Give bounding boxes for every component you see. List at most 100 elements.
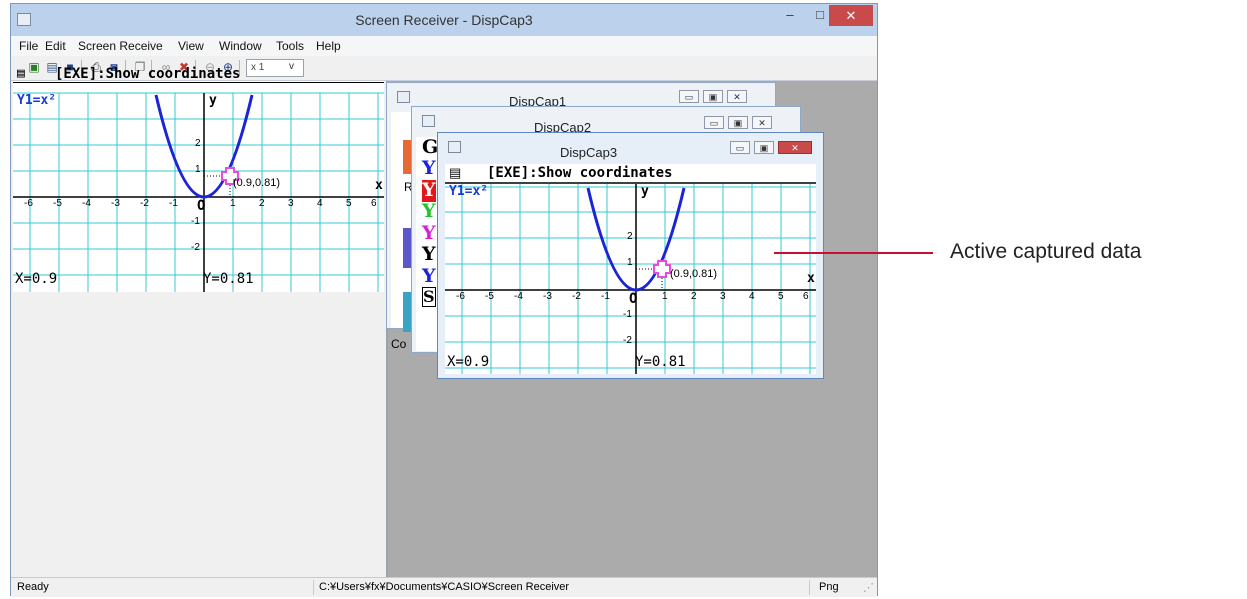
point-label: (0.9,0.81) (670, 268, 718, 280)
title-bar[interactable]: Screen Receiver - DispCap3 – □ ✕ (11, 4, 877, 36)
dispcap3-header-text: [EXE]:Show coordinates (487, 165, 673, 181)
dispcap2-minimize-button[interactable]: ▭ (704, 116, 724, 129)
dispcap1-minimize-button[interactable]: ▭ (679, 90, 699, 103)
clipboard-icon: ▤ (17, 66, 25, 81)
tick-label: 1 (195, 164, 201, 175)
menu-bar: File Edit Screen Receive View Window Too… (11, 36, 877, 57)
dispcap3-window[interactable]: DispCap3 ▭ ▣ ✕ ▤ [EXE]:Show coordinates … (437, 132, 824, 379)
x-readout: X=0.9 (15, 271, 58, 287)
y-readout: Y=0.81 (635, 354, 686, 370)
tick-label: -4 (82, 198, 91, 209)
y-readout: Y=0.81 (203, 271, 254, 287)
left-graph (13, 92, 384, 292)
menu-file[interactable]: File (19, 39, 38, 53)
tick-label: 6 (803, 291, 809, 302)
status-text: Ready (17, 581, 49, 593)
letter: G (422, 136, 439, 158)
annotation-line (774, 252, 933, 254)
tick-label: -5 (485, 291, 494, 302)
trace-cursor (653, 260, 671, 278)
letter: Y (422, 243, 436, 265)
dispcap1-maximize-button[interactable]: ▣ (703, 90, 723, 103)
tick-label: -4 (514, 291, 523, 302)
function-label: Y1=x² (17, 93, 57, 108)
tick-label: -3 (111, 198, 120, 209)
menu-view[interactable]: View (178, 39, 204, 53)
menu-screen-receive[interactable]: Screen Receive (78, 39, 163, 53)
letter: S (422, 287, 436, 307)
tick-label: 5 (778, 291, 784, 302)
menu-edit[interactable]: Edit (45, 39, 66, 53)
tick-label: -6 (456, 291, 465, 302)
status-bar: Ready C:¥Users¥fx¥Documents¥CASIO¥Screen… (11, 577, 877, 597)
origin-label: O (629, 291, 638, 307)
y-axis-label: y (641, 184, 649, 199)
tick-label: -6 (24, 198, 33, 209)
window-icon (448, 141, 461, 153)
tick-label: 3 (720, 291, 726, 302)
tick-label: 1 (230, 198, 236, 209)
tick-label: -3 (543, 291, 552, 302)
tick-label: -2 (140, 198, 149, 209)
left-header-text: [EXE]:Show coordinates (55, 66, 241, 82)
header-rule (13, 82, 384, 83)
status-divider (313, 580, 314, 595)
tick-label: -2 (191, 242, 200, 253)
status-path: C:¥Users¥fx¥Documents¥CASIO¥Screen Recei… (319, 581, 570, 593)
dispcap3-maximize-button[interactable]: ▣ (754, 141, 774, 154)
minimize-button[interactable]: – (773, 4, 807, 26)
menu-fragment: Co (391, 337, 407, 351)
status-divider (809, 580, 810, 595)
window-title: Screen Receiver - DispCap3 (355, 12, 533, 28)
menu-window[interactable]: Window (219, 39, 262, 53)
left-capture: ▤ [EXE]:Show coordinates Y1=x² y x O (0.… (13, 66, 384, 292)
tick-label: -2 (623, 335, 632, 346)
dispcap3-close-button[interactable]: ✕ (778, 141, 812, 154)
tick-label: 2 (195, 138, 201, 149)
dispcap1-close-button[interactable]: ✕ (727, 90, 747, 103)
menu-tools[interactable]: Tools (276, 39, 304, 53)
tick-label: 5 (346, 198, 352, 209)
clipboard-icon: ▤ (449, 165, 462, 180)
tick-label: 2 (691, 291, 697, 302)
function-label: Y1=x² (449, 184, 489, 199)
letter: Y (422, 222, 436, 244)
tick-label: 1 (662, 291, 668, 302)
close-button[interactable]: ✕ (829, 5, 873, 26)
x-axis-label: x (807, 271, 815, 286)
tick-label: 1 (627, 257, 633, 268)
point-label: (0.9,0.81) (233, 177, 281, 189)
annotation-label: Active captured data (950, 240, 1142, 263)
menu-help[interactable]: Help (316, 39, 341, 53)
y-axis-label: y (209, 93, 217, 108)
tick-label: -1 (601, 291, 610, 302)
tick-label: 4 (317, 198, 323, 209)
main-window: Screen Receiver - DispCap3 – □ ✕ File Ed… (10, 3, 878, 597)
left-header-bar: ▤ [EXE]:Show coordinates (13, 66, 384, 82)
window-icon (422, 115, 435, 127)
tick-label: -2 (572, 291, 581, 302)
tick-label: -1 (169, 198, 178, 209)
origin-label: O (197, 198, 206, 214)
dispcap3-capture: ▤ [EXE]:Show coordinates Y1=x² y x O (0.… (445, 164, 816, 374)
status-format: Png (819, 581, 839, 593)
dispcap3-minimize-button[interactable]: ▭ (730, 141, 750, 154)
dispcap3-title: DispCap3 (560, 145, 618, 160)
letter: Y (422, 200, 436, 222)
x-axis-label: x (375, 178, 383, 193)
tick-label: 6 (371, 198, 377, 209)
dispcap2-maximize-button[interactable]: ▣ (728, 116, 748, 129)
preview-pane: ▤ [EXE]:Show coordinates Y1=x² y x O (0.… (11, 66, 388, 577)
letter: Y (422, 157, 436, 179)
letter: Y (422, 265, 436, 287)
tick-label: 4 (749, 291, 755, 302)
tick-label: 3 (288, 198, 294, 209)
tick-label: -5 (53, 198, 62, 209)
letter: Y (422, 179, 436, 202)
resize-grip-icon[interactable]: ⋰ (863, 581, 874, 594)
tick-label: 2 (627, 231, 633, 242)
tick-label: 2 (259, 198, 265, 209)
x-readout: X=0.9 (447, 354, 490, 370)
window-icon (397, 91, 410, 103)
dispcap2-close-button[interactable]: ✕ (752, 116, 772, 129)
